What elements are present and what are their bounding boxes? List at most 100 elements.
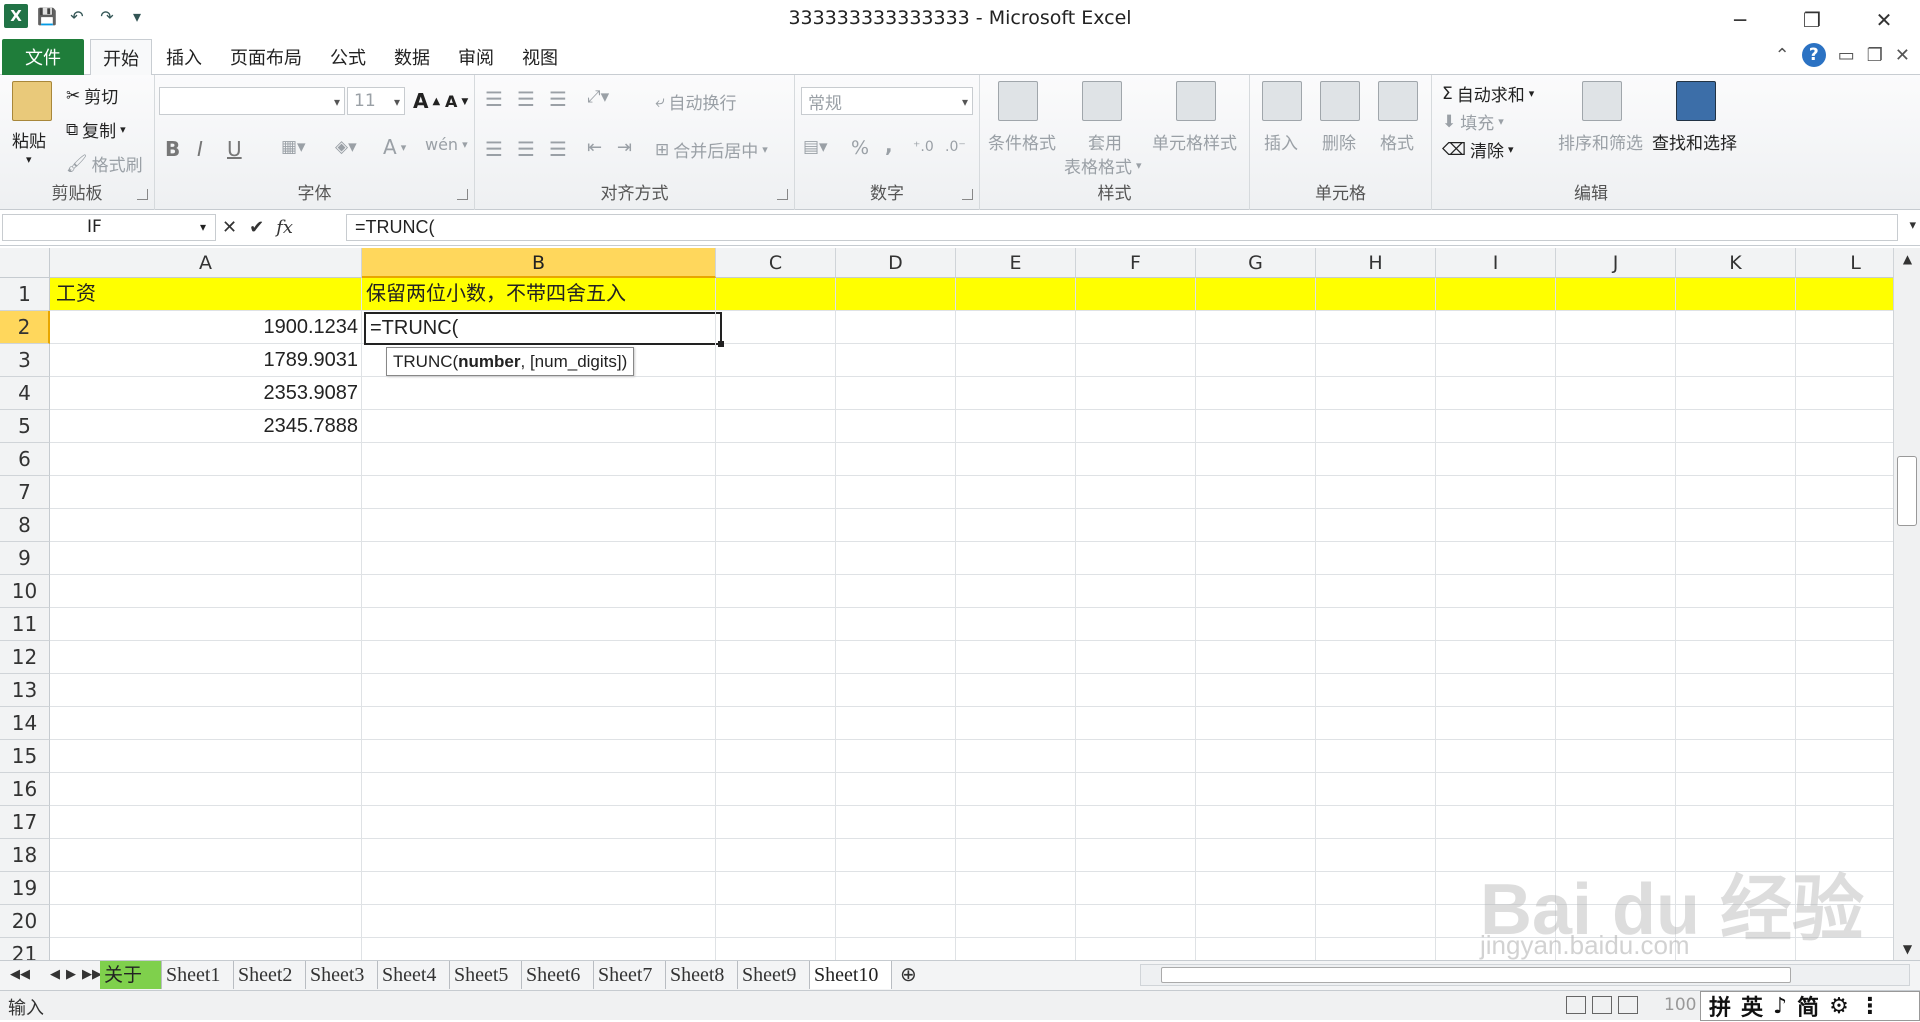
shrink-font-button[interactable]: A ▼ [445,92,468,111]
select-all-corner[interactable] [0,248,50,278]
sheet-tab-sheet6[interactable]: Sheet6 [522,961,594,989]
row-header-11[interactable]: 11 [0,608,50,641]
font-name-combo[interactable]: ▾ [159,87,345,115]
row-header-6[interactable]: 6 [0,443,50,476]
column-header-F[interactable]: F [1076,248,1196,278]
table-format-icon[interactable] [1082,81,1122,121]
column-header-C[interactable]: C [716,248,836,278]
sheet-tab-sheet4[interactable]: Sheet4 [378,961,450,989]
percent-button[interactable]: % [851,137,869,159]
find-select-button[interactable]: 查找和选择 [1652,129,1737,154]
table-format-label[interactable]: 表格格式 ▾ [1064,153,1142,178]
prev-sheet-icon[interactable]: ◀ [50,967,60,982]
row-header-12[interactable]: 12 [0,641,50,674]
merge-center-button[interactable]: ⊞ 合并后居中 ▾ [655,137,768,163]
sheet-tab-sheet5[interactable]: Sheet5 [450,961,522,989]
tab-file[interactable]: 文件 [2,39,84,75]
cell-styles-button[interactable]: 单元格样式 [1152,129,1237,154]
row-header-18[interactable]: 18 [0,839,50,872]
sheet-tab-sheet7[interactable]: Sheet7 [594,961,666,989]
vertical-scrollbar[interactable]: ▲ ▼ [1893,248,1920,960]
phonetic-button[interactable]: wén ▾ [425,135,468,154]
collapse-ribbon-icon[interactable]: ⌃ [1775,45,1790,66]
delete-cells-icon[interactable] [1320,81,1360,121]
minimize-workbook-icon[interactable]: ▭ [1838,45,1855,66]
grow-font-button[interactable]: A ▲ [413,89,440,113]
tab-insert[interactable]: 插入 [156,39,212,75]
ime-more-icon[interactable]: ⋮ [1859,994,1881,1019]
column-header-G[interactable]: G [1196,248,1316,278]
wrap-text-button[interactable]: ⤶ 自动换行 [655,89,737,115]
ime-english-icon[interactable]: 英 [1741,990,1763,1022]
ime-pinyin-icon[interactable]: 拼 [1709,990,1731,1022]
column-header-B[interactable]: B [362,248,716,278]
align-middle-icon[interactable]: ☰ [517,87,535,111]
sheet-tab-sheet8[interactable]: Sheet8 [666,961,738,989]
next-sheet-icon[interactable]: ▶ [66,967,76,982]
column-header-I[interactable]: I [1436,248,1556,278]
copy-button[interactable]: ⧉ 复制 ▾ [66,117,126,143]
row-header-15[interactable]: 15 [0,740,50,773]
zoom-level[interactable]: 100 [1664,995,1696,1015]
row-header-17[interactable]: 17 [0,806,50,839]
sheet-tab-about[interactable]: 关于 [100,961,162,989]
page-break-view-icon[interactable] [1618,996,1638,1014]
conditional-format-button[interactable]: 条件格式 [988,129,1056,154]
column-header-E[interactable]: E [956,248,1076,278]
cell-A5[interactable]: 2345.7888 [52,410,362,443]
close-button[interactable]: ✕ [1848,2,1920,38]
align-top-icon[interactable]: ☰ [485,87,503,111]
font-size-combo[interactable]: 11 ▾ [347,87,405,115]
sheet-tab-sheet3[interactable]: Sheet3 [306,961,378,989]
font-launcher-icon[interactable] [457,189,468,200]
help-icon[interactable]: ? [1801,43,1826,67]
formula-input[interactable]: =TRUNC( [346,214,1898,241]
bold-button[interactable]: B [165,137,180,161]
number-format-combo[interactable]: 常规 ▾ [801,87,973,115]
row-header-13[interactable]: 13 [0,674,50,707]
cell-A1[interactable]: 工资 [52,278,362,311]
row-header-9[interactable]: 9 [0,542,50,575]
column-header-L[interactable]: L [1796,248,1893,278]
column-header-K[interactable]: K [1676,248,1796,278]
format-cells-icon[interactable] [1378,81,1418,121]
insert-function-icon[interactable]: fx [276,217,293,238]
paste-icon[interactable] [12,81,52,121]
font-color-button[interactable]: A ▾ [383,135,406,159]
insert-cells-icon[interactable] [1262,81,1302,121]
row-header-1[interactable]: 1 [0,278,50,311]
horizontal-scrollbar[interactable] [1140,964,1910,986]
cell-A2[interactable]: 1900.1234 [52,311,362,344]
vertical-scroll-thumb[interactable] [1897,456,1917,526]
name-box[interactable]: IF [2,214,216,241]
table-format-button[interactable]: 套用 [1088,129,1122,154]
increase-decimal-icon[interactable]: ⁺.0 [913,139,934,155]
align-right-icon[interactable]: ☰ [549,137,567,161]
tab-data[interactable]: 数据 [382,39,442,75]
enter-icon[interactable]: ✔ [249,217,264,238]
row-header-14[interactable]: 14 [0,707,50,740]
row-header-19[interactable]: 19 [0,872,50,905]
number-launcher-icon[interactable] [962,189,973,200]
cell-B2-editor[interactable]: =TRUNC( [366,312,462,345]
cell-styles-icon[interactable] [1176,81,1216,121]
sort-filter-icon[interactable] [1582,81,1622,121]
close-workbook-icon[interactable]: ✕ [1895,45,1910,66]
name-box-dropdown-icon[interactable]: ▾ [200,214,206,241]
alignment-launcher-icon[interactable] [777,189,788,200]
restore-workbook-icon[interactable]: ❐ [1867,45,1883,66]
italic-button[interactable]: I [197,137,203,161]
expand-formula-bar-icon[interactable]: ▾ [1909,218,1916,233]
clipboard-launcher-icon[interactable] [137,189,148,200]
scroll-up-icon[interactable]: ▲ [1894,248,1920,270]
restore-button[interactable]: ❐ [1776,2,1848,38]
sheet-tab-sheet1[interactable]: Sheet1 [162,961,234,989]
row-header-8[interactable]: 8 [0,509,50,542]
row-header-20[interactable]: 20 [0,905,50,938]
row-header-16[interactable]: 16 [0,773,50,806]
column-header-J[interactable]: J [1556,248,1676,278]
format-painter-button[interactable]: 🖌 格式刷 [66,151,143,177]
tab-review[interactable]: 审阅 [446,39,506,75]
orientation-icon[interactable]: ⤢▾ [587,87,609,107]
cell-B1[interactable]: 保留两位小数，不带四舍五入 [362,278,962,311]
